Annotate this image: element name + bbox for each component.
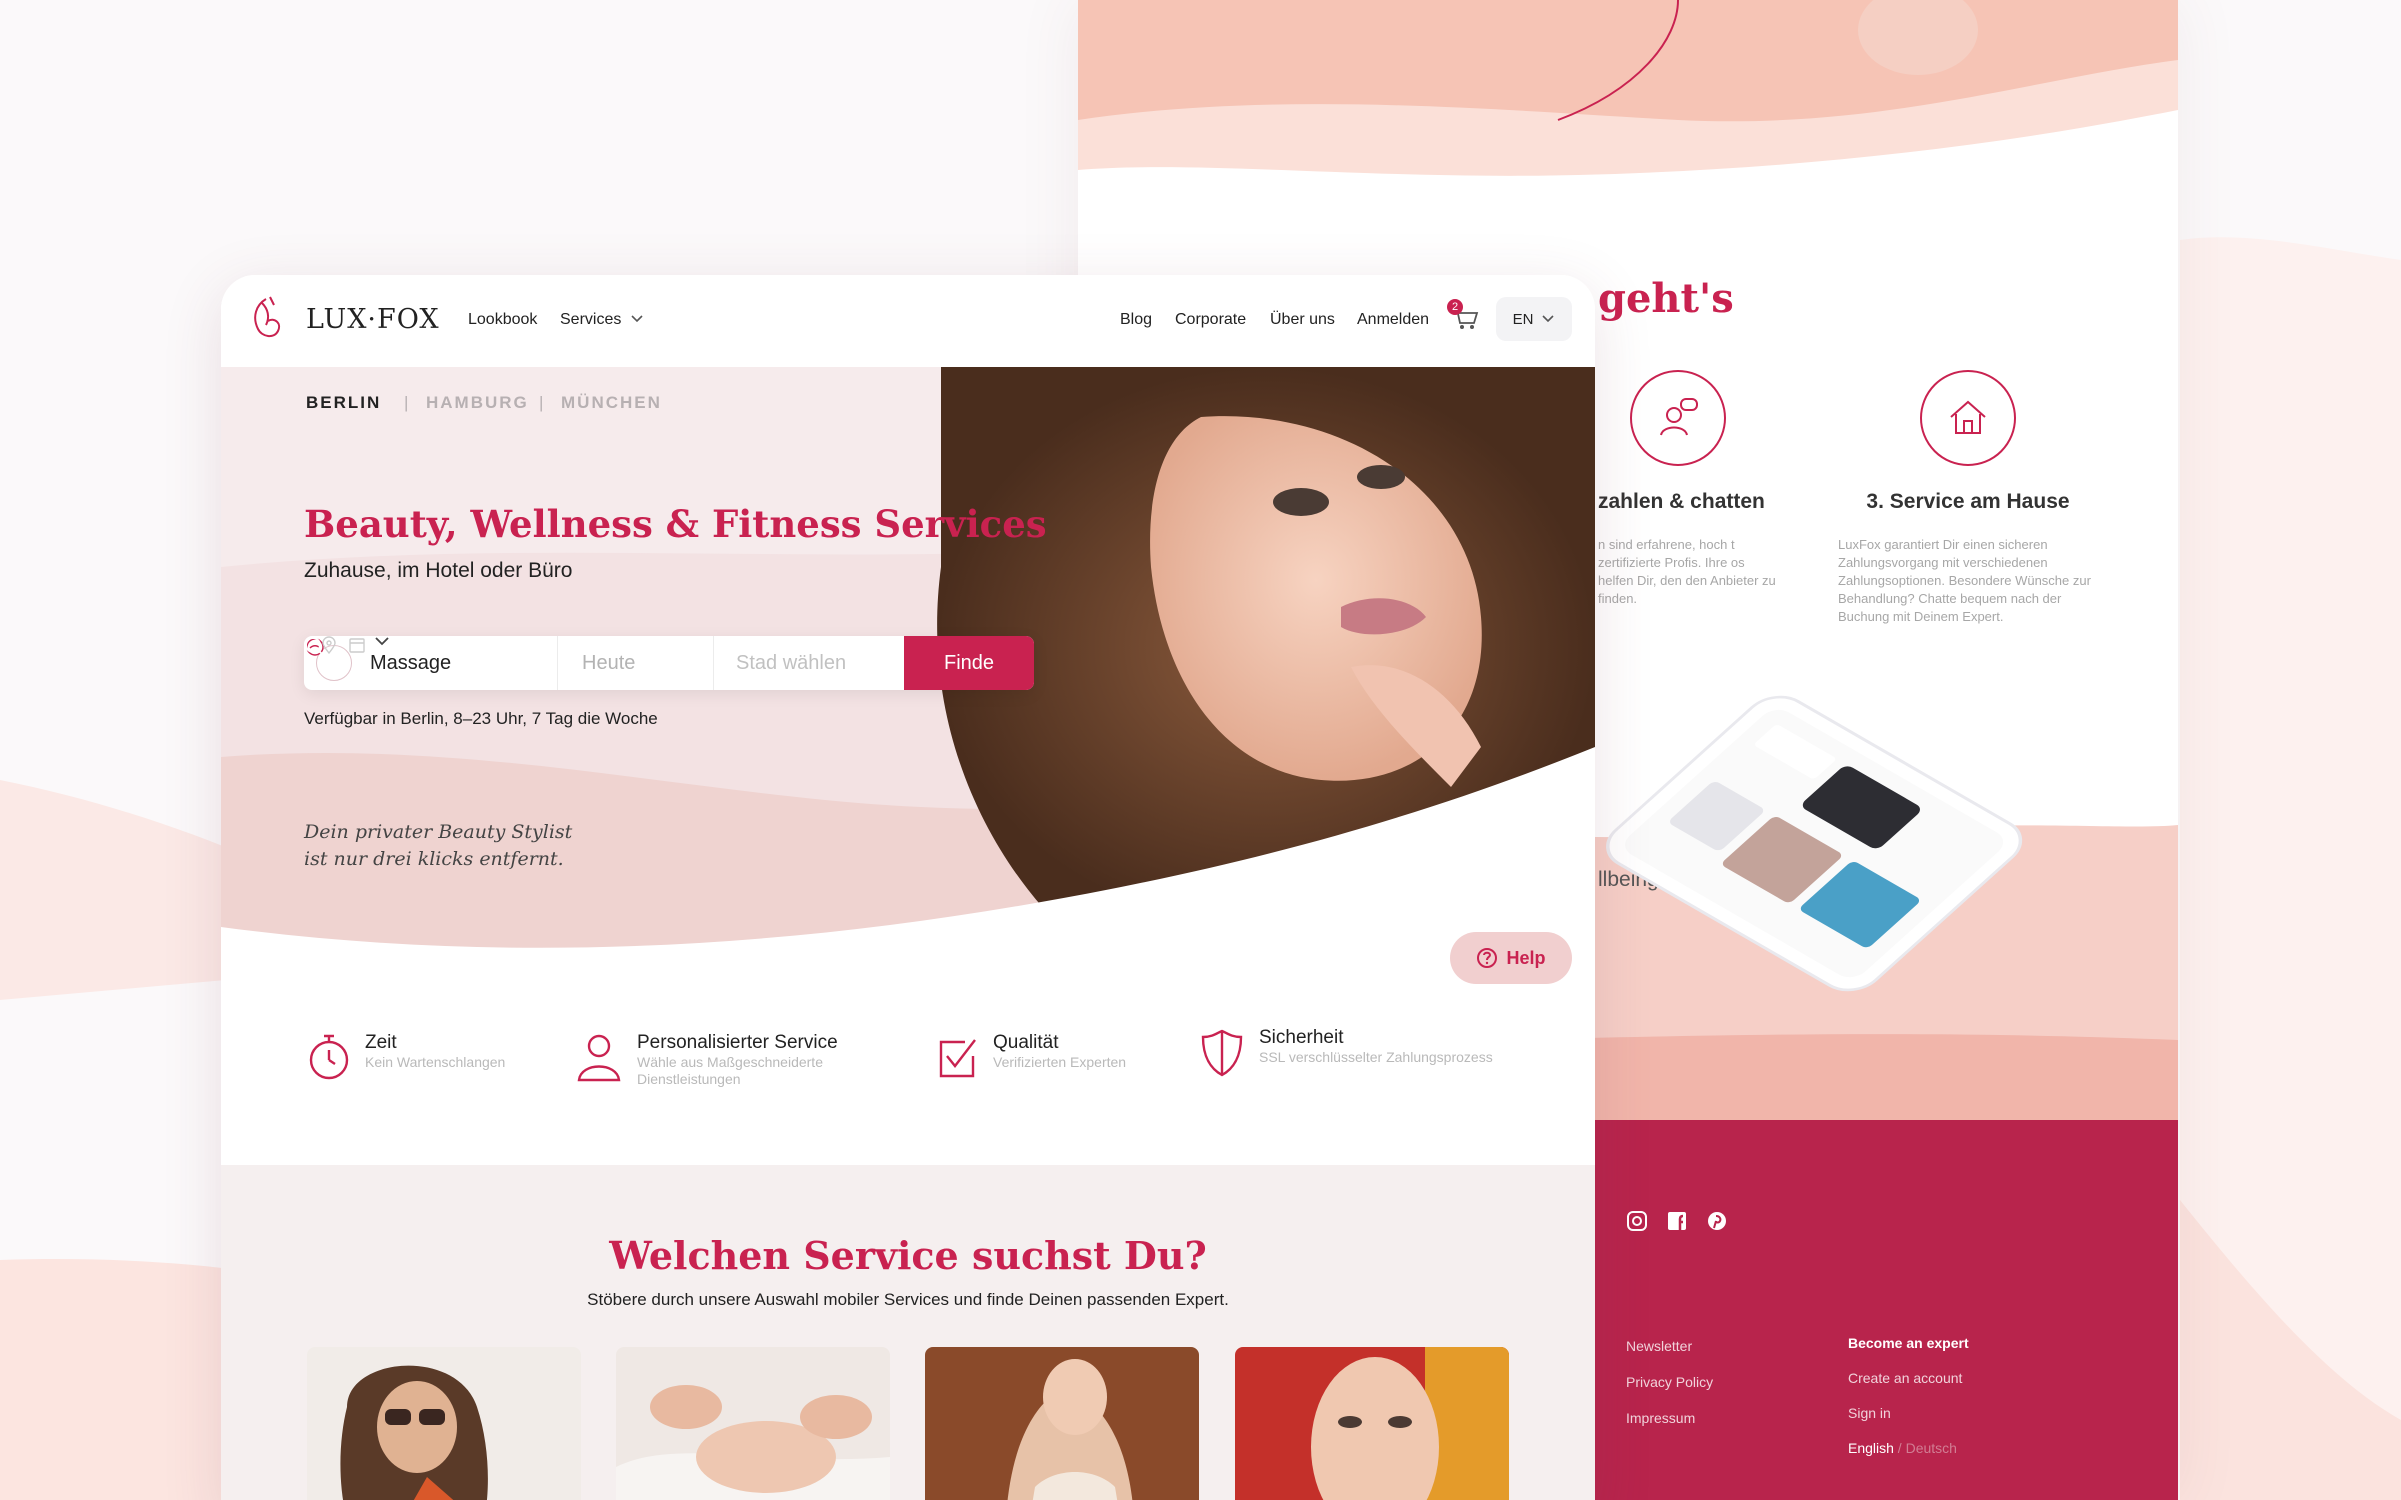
availability-text: Verfügbar in Berlin, 8–23 Uhr, 7 Tag die…: [304, 709, 658, 728]
step-3-title: 3. Service am Hause: [1866, 490, 2070, 513]
chevron-down-icon: [375, 637, 389, 646]
cart-button[interactable]: 2: [1447, 299, 1479, 336]
footer-link-sign-in[interactable]: Sign in: [1848, 1396, 1969, 1431]
city-placeholder: Stad wählen: [736, 651, 847, 674]
top-nav: LUX·FOX Lookbook Services Blog Corporate…: [221, 275, 1595, 367]
find-button[interactable]: Finde: [305, 636, 1034, 690]
lang-separator: /: [1893, 1440, 1906, 1456]
feature-quality: Qualität Verifizierten Experten: [935, 1032, 1126, 1082]
feature-security: Sicherheit SSL verschlüsselter Zahlungspr…: [1199, 1027, 1493, 1077]
service-value: Massage: [370, 651, 452, 674]
nav-login[interactable]: Anmelden: [1357, 311, 1429, 329]
search-bar: Massage Heute Stad wählen Finde: [304, 636, 1034, 690]
service-card-fashion[interactable]: [307, 1347, 581, 1500]
step-3: 3. Service am Hause LuxFox garantiert Di…: [1828, 370, 2108, 626]
calendar-icon: [349, 638, 365, 653]
find-button-label: Finde: [943, 651, 995, 674]
lang-english[interactable]: English: [1848, 1440, 1894, 1456]
service-card-makeup[interactable]: [1235, 1347, 1509, 1500]
footer-col-2: Become an expert Create an account Sign …: [1848, 1326, 1969, 1466]
feature-quality-text: Verifizierten Experten: [993, 1054, 1127, 1070]
cart-count-badge: 2: [1447, 299, 1463, 315]
footer-link-newsletter[interactable]: Newsletter: [1626, 1328, 1713, 1364]
language-value: EN: [1512, 310, 1534, 328]
city-berlin[interactable]: BERLIN: [306, 393, 381, 413]
footer-link-privacy[interactable]: Privacy Policy: [1626, 1364, 1713, 1400]
front-page-preview: LUX·FOX Lookbook Services Blog Corporate…: [221, 275, 1595, 1500]
instagram-icon[interactable]: [1626, 1210, 1648, 1232]
feature-personal-text: Wähle aus Maßgeschneiderte Dienstleistun…: [637, 1054, 823, 1087]
service-card-bridal[interactable]: [925, 1347, 1199, 1500]
hero-subtitle: Zuhause, im Hotel oder Büro: [304, 559, 573, 582]
hero-tagline: Dein privater Beauty Stylist ist nur dre…: [304, 819, 572, 873]
search-icon: [305, 637, 325, 657]
footer-link-impressum[interactable]: Impressum: [1626, 1400, 1713, 1436]
city-hamburg[interactable]: HAMBURG: [426, 393, 529, 413]
stopwatch-icon: [309, 1034, 349, 1080]
chevron-down-icon: [631, 315, 643, 323]
logo[interactable]: LUX·FOX: [248, 295, 440, 343]
nav-blog[interactable]: Blog: [1120, 311, 1152, 329]
hero-section: BERLIN | HAMBURG | MÜNCHEN Beauty, Welln…: [221, 367, 1595, 987]
footer-link-create-account[interactable]: Create an account: [1848, 1361, 1969, 1396]
service-card-facial[interactable]: [616, 1347, 890, 1500]
help-button[interactable]: Help: [1450, 932, 1572, 984]
services-title: Welchen Service suchst Du?: [609, 1233, 1207, 1278]
shield-icon: [1201, 1029, 1243, 1077]
city-separator: |: [539, 393, 544, 412]
step-3-icon-circle: [1920, 370, 2016, 466]
feature-security-text: SSL verschlüsselter Zahlungsprozess: [1259, 1049, 1493, 1065]
facebook-icon[interactable]: [1666, 1210, 1688, 1232]
chat-person-icon: [1660, 398, 1698, 436]
nav-about[interactable]: Über uns: [1270, 311, 1335, 329]
nav-corporate[interactable]: Corporate: [1175, 311, 1246, 329]
lang-deutsch[interactable]: Deutsch: [1906, 1440, 1957, 1456]
step-3-text: LuxFox garantiert Dir einen sicheren Zah…: [1838, 537, 2091, 624]
how-it-works-title: geht's: [1598, 275, 1734, 322]
language-select[interactable]: EN: [1496, 297, 1572, 341]
checkbox-icon: [939, 1039, 976, 1078]
person-icon: [577, 1034, 621, 1082]
step-2-icon-circle: [1630, 370, 1726, 466]
feature-personal-title: Personalisierter Service: [637, 1032, 838, 1053]
footer-language-switch: English / Deutsch: [1848, 1431, 1969, 1466]
pinterest-icon[interactable]: [1706, 1210, 1728, 1232]
feature-personal: Personalisierter Service Wähle aus Maßges…: [575, 1032, 869, 1088]
hero-wave-art: [1078, 0, 2178, 240]
date-field[interactable]: Heute: [349, 636, 714, 690]
footer-col-1: Newsletter Privacy Policy Impressum: [1626, 1328, 1713, 1436]
tagline-line-2: ist nur drei klicks entfernt.: [304, 848, 564, 870]
city-input[interactable]: Stad wählen: [322, 636, 904, 690]
step-2-text: n sind erfahrene, hoch t zertifizierte P…: [1598, 537, 1776, 606]
phone-mockup: [1606, 695, 2023, 992]
hero-title: Beauty, Wellness & Fitness Services: [304, 502, 1047, 546]
fox-logo-icon: [254, 296, 280, 337]
chevron-down-icon: [1542, 315, 1554, 323]
question-circle-icon: [1477, 948, 1498, 968]
social-links: [1626, 1210, 1728, 1232]
feature-time-title: Zeit: [365, 1032, 397, 1053]
nav-lookbook[interactable]: Lookbook: [468, 311, 537, 329]
feature-time-text: Kein Wartenschlangen: [365, 1054, 506, 1070]
feature-time: Zeit Kein Wartenschlangen: [307, 1032, 505, 1082]
services-section: Welchen Service suchst Du? Stöbere durch…: [221, 1165, 1595, 1500]
help-label: Help: [1506, 947, 1546, 968]
brand-name: LUX·FOX: [306, 303, 440, 335]
feature-security-title: Sicherheit: [1259, 1027, 1344, 1048]
services-subtitle: Stöbere durch unsere Auswahl mobiler Ser…: [587, 1290, 1229, 1309]
tagline-line-1: Dein privater Beauty Stylist: [304, 821, 573, 843]
city-separator: |: [404, 393, 409, 412]
city-munich[interactable]: MÜNCHEN: [561, 393, 662, 413]
date-value: Heute: [582, 651, 636, 674]
feature-quality-title: Qualität: [993, 1032, 1059, 1053]
service-select[interactable]: Massage: [304, 636, 558, 690]
nav-services[interactable]: Services: [560, 311, 644, 329]
house-icon: [1950, 400, 1986, 434]
footer-link-become-expert[interactable]: Become an expert: [1848, 1326, 1969, 1361]
nav-services-label: Services: [560, 311, 622, 328]
